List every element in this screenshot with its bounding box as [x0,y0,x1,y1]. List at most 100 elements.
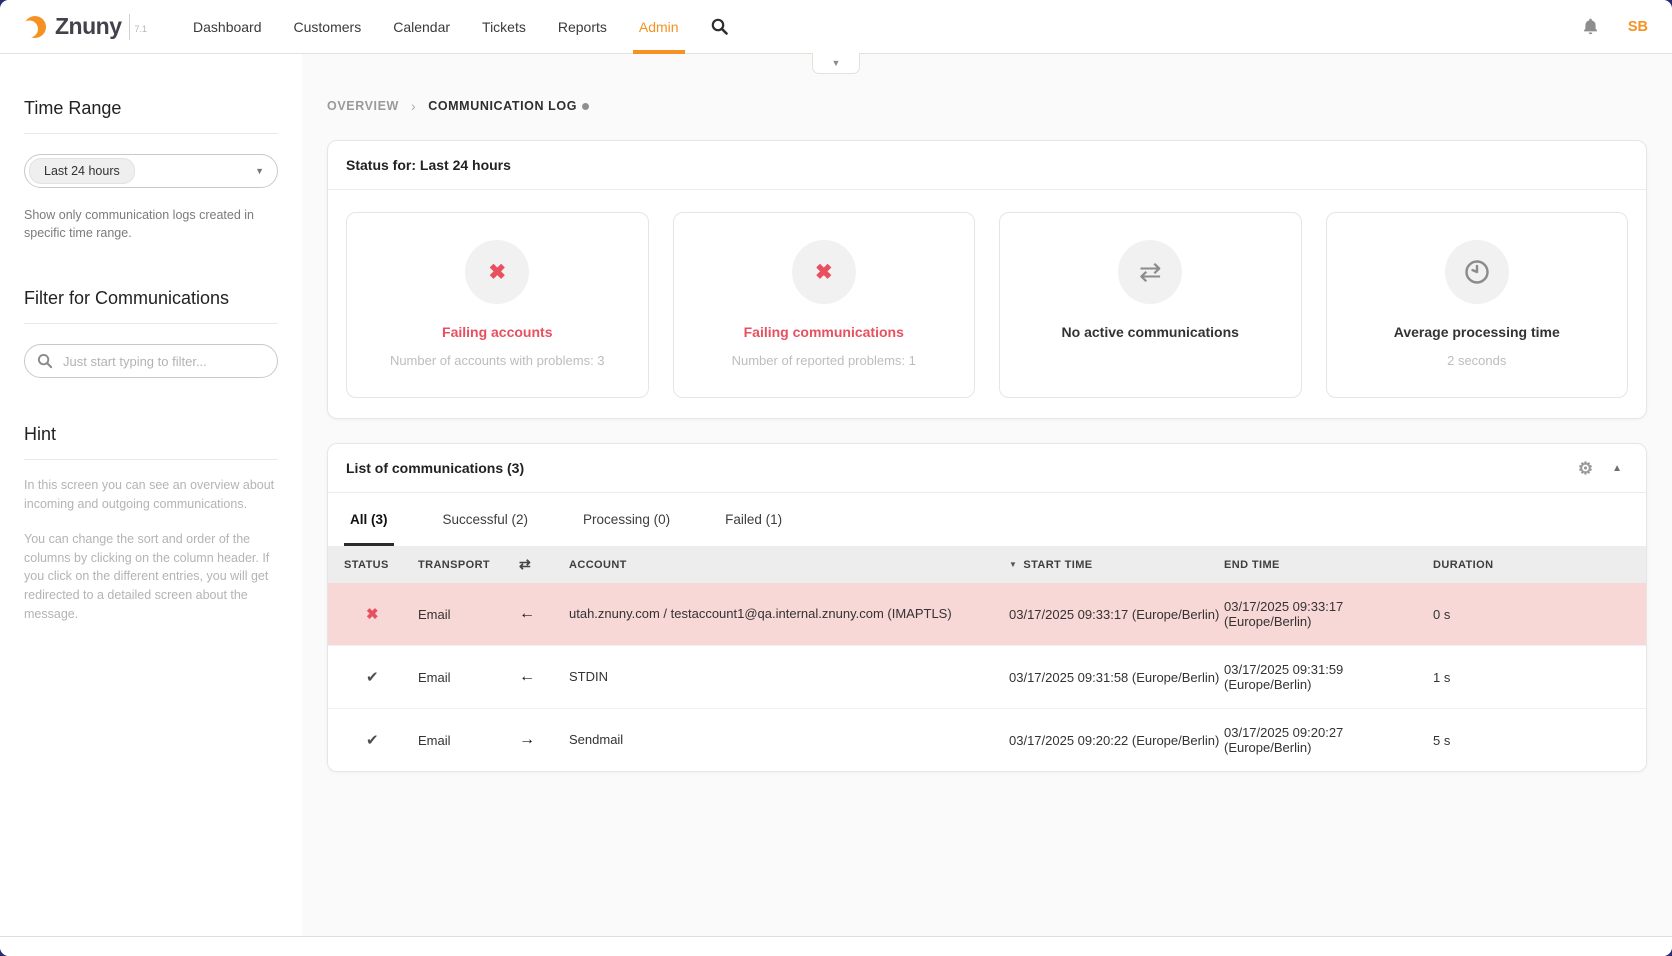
status-card-title: No active communications [1062,324,1239,340]
column-header-label: DURATION [1433,559,1493,571]
sort-desc-icon: ▼ [1009,560,1017,569]
end-time-cell: 03/17/2025 09:31:59 (Europe/Berlin) [1224,662,1433,692]
sidebar: Time Range Last 24 hours ▼ Show only com… [0,54,302,936]
list-panel-actions: ⚙ ▲ [1578,460,1622,477]
status-card-title: Failing communications [744,324,904,340]
time-range-help-text: Show only communication logs created in … [24,206,278,242]
account-cell: Sendmail [569,731,1009,749]
transport-cell: Email [418,607,519,622]
hint-title: Hint [24,424,278,445]
status-card-icon-circle: ⇄ [1118,240,1182,304]
user-avatar[interactable]: SB [1628,19,1648,35]
column-header-label: END TIME [1224,559,1280,571]
chevron-right-icon: › [411,98,416,114]
column-header-label: TRANSPORT [418,559,490,571]
nav-item-calendar[interactable]: Calendar [377,0,466,53]
nav-item-tickets[interactable]: Tickets [466,0,542,53]
nav-item-label: Tickets [482,19,526,35]
tab-processing-0[interactable]: Processing (0) [577,493,676,546]
column-header-status[interactable]: STATUS [344,559,418,571]
end-time-cell: 03/17/2025 09:33:17 (Europe/Berlin) [1224,599,1433,629]
direction-cell: ← [519,605,569,623]
incoming-arrow-icon: ← [519,605,535,622]
tab-successful-2[interactable]: Successful (2) [437,493,535,546]
status-success-icon: ✔ [366,732,379,749]
tab-all-3[interactable]: All (3) [344,493,394,546]
status-card-average-processing-time[interactable]: Average processing time 2 seconds [1326,212,1629,398]
nav-item-customers[interactable]: Customers [278,0,378,53]
status-card-icon-circle: ✖ [465,240,529,304]
hint-paragraph: In this screen you can see an overview a… [24,476,278,514]
znuny-logo[interactable]: Znuny 7.1 [22,13,147,40]
clock-icon [1463,258,1491,286]
status-card-title: Average processing time [1394,324,1560,340]
navbar-drawer-toggle[interactable]: ▼ [812,53,860,74]
list-panel-title: List of communications (3) [346,460,524,476]
filter-section: Filter for Communications [24,288,278,378]
table-body: ✖Email←utah.znuny.com / testaccount1@qa.… [328,583,1646,771]
znuny-logo-icon [22,14,48,40]
filter-communications-input[interactable] [24,344,278,378]
status-card-failing-communications[interactable]: ✖Failing communicationsNumber of reporte… [673,212,976,398]
duration-cell: 0 s [1433,607,1646,622]
status-card-subtitle: 2 seconds [1447,353,1506,368]
column-header-transport[interactable]: TRANSPORT [418,559,519,571]
filter-title: Filter for Communications [24,288,278,309]
nav-item-dashboard[interactable]: Dashboard [177,0,278,53]
account-cell: utah.znuny.com / testaccount1@qa.interna… [569,605,1009,623]
status-card-subtitle: Number of reported problems: 1 [732,353,916,368]
outgoing-arrow-icon: → [519,731,535,748]
start-time-cell: 03/17/2025 09:20:22 (Europe/Berlin) [1009,733,1224,748]
brand-version: 7.1 [129,14,148,40]
divider [24,323,278,324]
time-range-select[interactable]: Last 24 hours ▼ [24,154,278,188]
column-header-label: ACCOUNT [569,559,627,571]
tab-failed-1[interactable]: Failed (1) [719,493,788,546]
notifications-button[interactable] [1581,17,1600,36]
list-panel-header: List of communications (3) ⚙ ▲ [328,444,1646,493]
error-x-icon: ✖ [488,260,506,285]
communication-row[interactable]: ✔Email←STDIN03/17/2025 09:31:58 (Europe/… [328,645,1646,708]
table-header-row: STATUSTRANSPORT ⇄ACCOUNT ▼ START TIME END TI… [328,546,1646,583]
breadcrumb-dot-icon [582,103,589,110]
collapse-panel-button[interactable]: ▲ [1612,463,1622,474]
communication-row[interactable]: ✖ Email← utah.znuny.com / testaccount1@qa.… [328,583,1646,645]
status-panel-header: Status for: Last 24 hours [328,141,1646,190]
hint-section: Hint In this screen you can see an overv… [24,424,278,623]
duration-cell: 5 s [1433,733,1646,748]
transport-cell: Email [418,670,519,685]
column-header-direction[interactable]: ⇄ [519,556,569,573]
end-time-cell: 03/17/2025 09:20:27 (Europe/Berlin) [1224,725,1433,755]
column-header-start-time[interactable]: ▼ START TIME [1009,559,1224,571]
search-icon [711,18,728,35]
search-icon [37,353,53,369]
search-button[interactable] [711,18,728,35]
status-card-no-active-communications[interactable]: ⇄ No active communications [999,212,1302,398]
column-header-duration[interactable]: DURATION [1433,559,1646,571]
nav-item-label: Calendar [393,19,450,35]
communications-list-panel: List of communications (3) ⚙ ▲ All (3) Su… [327,443,1647,772]
chevron-down-icon: ▼ [832,58,841,68]
status-failed-icon: ✖ [366,606,379,623]
nav-item-admin[interactable]: Admin [623,0,695,53]
main-area: Time Range Last 24 hours ▼ Show only com… [0,54,1672,936]
communication-row[interactable]: ✔Email→Sendmail03/17/2025 09:20:22 (Euro… [328,708,1646,771]
column-header-label: START TIME [1023,559,1092,571]
time-range-title: Time Range [24,98,278,119]
nav-item-label: Admin [639,19,679,35]
column-header-account[interactable]: ACCOUNT [569,559,1009,571]
topbar-right: SB [1581,17,1650,36]
swap-arrows-icon: ⇄ [1139,257,1162,288]
time-range-section: Time Range Last 24 hours ▼ Show only com… [24,98,278,242]
status-panel-title: Status for: Last 24 hours [346,157,511,173]
breadcrumb-overview-link[interactable]: OVERVIEW [327,99,399,113]
direction-cell: → [519,731,569,749]
status-card-failing-accounts[interactable]: ✖Failing accountsNumber of accounts with… [346,212,649,398]
nav-item-label: Reports [558,19,607,35]
nav-item-reports[interactable]: Reports [542,0,623,53]
footer-bar [0,936,1672,956]
brand-name: Znuny [55,13,122,40]
divider [24,133,278,134]
gear-icon[interactable]: ⚙ [1578,460,1593,477]
column-header-end-time[interactable]: END TIME [1224,559,1433,571]
